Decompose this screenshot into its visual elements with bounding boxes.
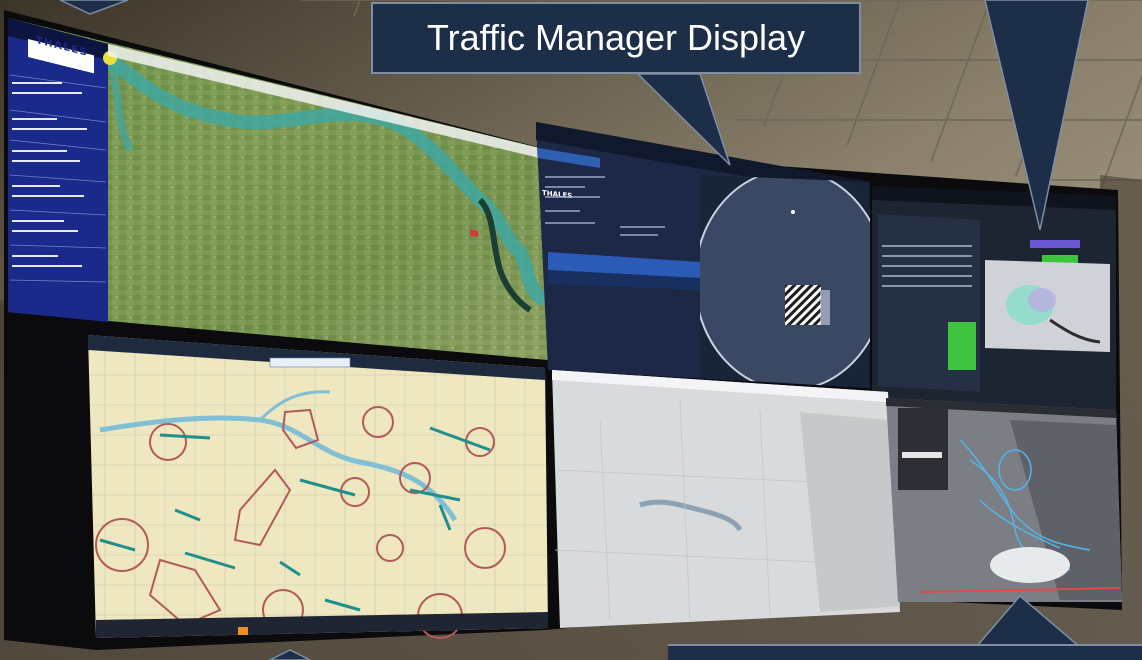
screen-gray-map [552, 370, 900, 628]
airspace-radar-circle [700, 175, 870, 388]
status-green-panel[interactable] [948, 322, 976, 370]
screen-operator-console [872, 186, 1116, 410]
video-wall-photo: THALES Pending Approval Planned Pending … [0, 0, 1142, 660]
search-bar[interactable] [269, 357, 351, 368]
screen-flight-tracks [886, 398, 1122, 602]
bottom-callout-box [668, 644, 1142, 660]
traffic-manager-callout: Traffic Manager Display [371, 2, 861, 74]
restricted-zone-hatch [785, 285, 821, 325]
screen-sectional-chart [88, 335, 548, 639]
